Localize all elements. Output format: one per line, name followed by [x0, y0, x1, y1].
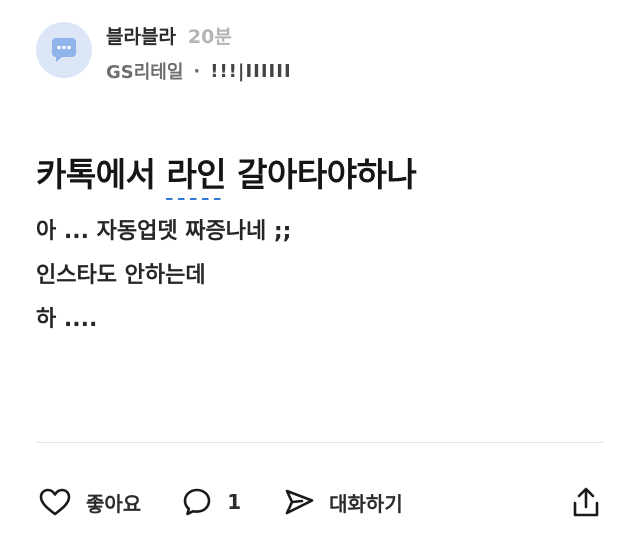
like-button[interactable]: 좋아요	[38, 487, 141, 517]
share-button[interactable]	[570, 484, 602, 520]
comment-count: 1	[227, 490, 242, 514]
message-label: 대화하기	[329, 491, 403, 516]
comment-icon	[181, 486, 213, 518]
author-nickname[interactable]: 블라블라	[106, 22, 176, 49]
comment-button[interactable]: 1	[181, 486, 241, 518]
post-time: 20분	[187, 26, 232, 48]
author-meta: 블라블라 20분 GS리테일 · !!!|IIIIII	[106, 22, 292, 84]
post-body: 아 ... 자동업뎃 짜증나네 ;; 인스타도 안하는데 하 ....	[36, 210, 291, 342]
meta-separator: ·	[193, 60, 201, 82]
message-button[interactable]: 대화하기	[283, 486, 403, 518]
post-page: 블라블라 20분 GS리테일 · !!!|IIIIII 카톡에서 라인 갈아타야…	[0, 0, 640, 558]
body-line: 인스타도 안하는데	[36, 263, 206, 288]
heart-icon	[38, 487, 72, 517]
author-company[interactable]: GS리테일	[106, 58, 183, 84]
title-text-before: 카톡에서	[36, 155, 167, 194]
like-label: 좋아요	[86, 491, 142, 516]
body-line: 아 ... 자동업뎃 짜증나네 ;;	[36, 219, 292, 244]
paper-plane-icon	[283, 486, 315, 518]
divider	[36, 442, 604, 443]
chat-bubble-icon	[47, 33, 81, 67]
post-header: 블라블라 20분 GS리테일 · !!!|IIIIII	[36, 22, 292, 84]
author-job: !!!|IIIIII	[210, 60, 292, 82]
title-highlight-word[interactable]: 라인	[166, 155, 227, 200]
post-title: 카톡에서 라인 갈아타야하나	[36, 148, 417, 200]
body-line: 하 ....	[36, 307, 98, 332]
title-text-after: 갈아타야하나	[226, 155, 417, 194]
avatar[interactable]	[36, 22, 92, 78]
action-bar: 좋아요 1 대화하기	[38, 484, 602, 520]
share-icon	[570, 485, 602, 519]
